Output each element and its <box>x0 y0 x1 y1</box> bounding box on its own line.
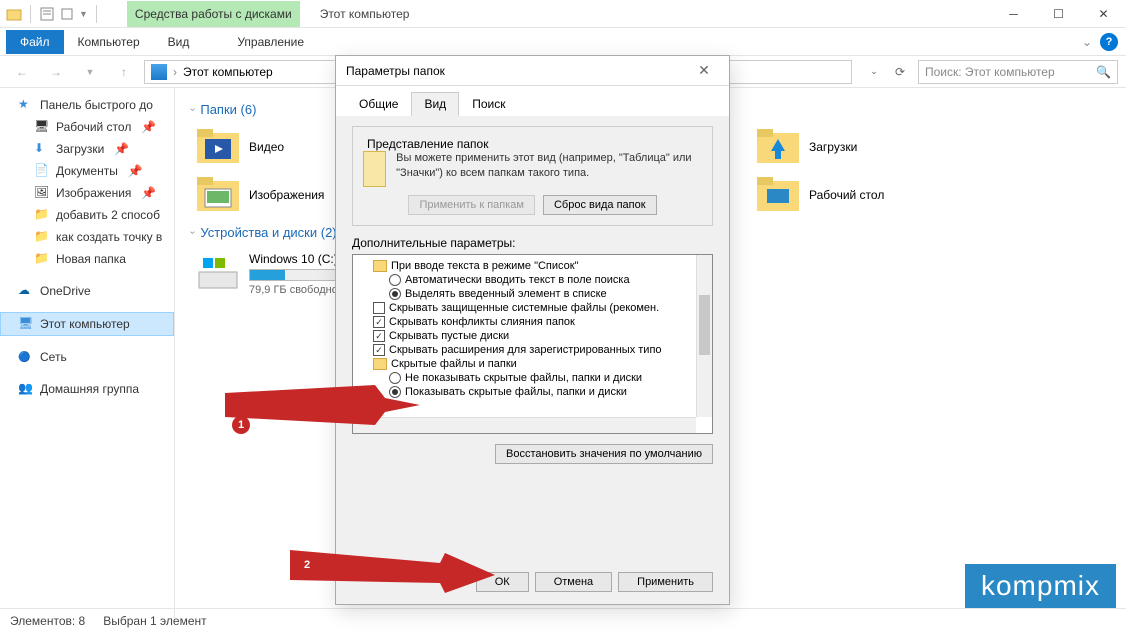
check-hide-empty[interactable] <box>373 330 385 342</box>
sidebar-folder-add2[interactable]: добавить 2 способ <box>0 204 174 226</box>
check-hide-merge[interactable] <box>373 316 385 328</box>
pc-icon <box>18 316 34 332</box>
sidebar-documents[interactable]: Документы📌 <box>0 160 174 182</box>
dialog-close-button[interactable]: ✕ <box>689 62 719 79</box>
vertical-scrollbar[interactable] <box>696 255 712 417</box>
document-icon <box>34 163 50 179</box>
address-dropdown[interactable]: ⌄ <box>862 60 886 84</box>
sidebar-network[interactable]: Сеть <box>0 346 174 368</box>
fieldset-folder-view: Представление папок <box>363 137 492 151</box>
folder-icon <box>6 6 22 22</box>
sidebar-onedrive[interactable]: OneDrive <box>0 280 174 302</box>
annotation-arrow-2 <box>290 545 500 595</box>
up-button[interactable]: ↑ <box>110 60 138 84</box>
picture-folder-icon <box>197 177 239 213</box>
radio-hide-hidden[interactable] <box>389 372 401 384</box>
star-icon <box>18 97 34 113</box>
title-bar: ▼ Средства работы с дисками Этот компьют… <box>0 0 1126 28</box>
folder-icon <box>34 229 50 245</box>
tab-search[interactable]: Поиск <box>459 92 518 116</box>
tab-view[interactable]: Вид <box>411 92 459 116</box>
ribbon-manage-tab[interactable]: Управление <box>213 30 328 54</box>
watermark: kompmix <box>965 564 1116 608</box>
sidebar-quick-access[interactable]: Панель быстрого до <box>0 94 174 116</box>
sidebar-this-pc[interactable]: Этот компьютер <box>0 312 174 336</box>
folder-icon <box>373 358 387 370</box>
folder-icon <box>34 207 50 223</box>
help-icon[interactable]: ? <box>1100 33 1118 51</box>
radio-select-item[interactable] <box>389 288 401 300</box>
ribbon-file-tab[interactable]: Файл <box>6 30 64 54</box>
annotation-badge-2: 2 <box>298 556 316 574</box>
ribbon-view-tab[interactable]: Вид <box>154 30 204 54</box>
back-button[interactable]: ← <box>8 60 36 84</box>
status-bar: Элементов: 8 Выбран 1 элемент <box>0 608 1126 632</box>
search-placeholder: Поиск: Этот компьютер <box>925 65 1055 79</box>
maximize-button[interactable]: ☐ <box>1036 0 1081 28</box>
folder-desktop[interactable]: Рабочий стол <box>751 171 1011 219</box>
advanced-label: Дополнительные параметры: <box>352 236 713 250</box>
recent-dropdown[interactable]: ▼ <box>76 60 104 84</box>
search-input[interactable]: Поиск: Этот компьютер 🔍 <box>918 60 1118 84</box>
ribbon-context-tab[interactable]: Средства работы с дисками <box>127 1 300 27</box>
folder-icon <box>373 260 387 272</box>
folder-view-icon <box>363 151 386 187</box>
video-folder-icon <box>197 129 239 165</box>
annotation-arrow-1 <box>225 385 425 425</box>
folder-view-text: Вы можете применить этот вид (например, … <box>396 151 702 182</box>
check-hide-system[interactable] <box>373 302 385 314</box>
folder-icon <box>34 251 50 267</box>
properties-icon[interactable] <box>39 6 55 22</box>
download-icon <box>34 141 50 157</box>
status-elements: Элементов: 8 <box>10 614 85 628</box>
address-path: Этот компьютер <box>183 65 273 79</box>
radio-auto-search[interactable] <box>389 274 401 286</box>
apply-to-folders-button: Применить к папкам <box>408 195 535 215</box>
navigation-sidebar: Панель быстрого до 🖥Рабочий стол📌 Загруз… <box>0 88 175 618</box>
tab-general[interactable]: Общие <box>346 92 411 116</box>
apply-button[interactable]: Применить <box>618 572 713 592</box>
ribbon-computer-tab[interactable]: Компьютер <box>64 30 154 54</box>
desktop-folder-icon <box>757 177 799 213</box>
ribbon: Файл Компьютер Вид Управление ⌄ ? <box>0 28 1126 56</box>
new-icon[interactable] <box>59 6 75 22</box>
sidebar-pictures[interactable]: Изображения📌 <box>0 182 174 204</box>
close-button[interactable]: ✕ <box>1081 0 1126 28</box>
folder-options-dialog: Параметры папок ✕ Общие Вид Поиск Предст… <box>335 55 730 605</box>
sidebar-downloads[interactable]: Загрузки📌 <box>0 138 174 160</box>
network-icon <box>18 349 34 365</box>
reset-folders-button[interactable]: Сброс вида папок <box>543 195 657 215</box>
sidebar-folder-new[interactable]: Новая папка <box>0 248 174 270</box>
picture-icon <box>34 185 50 201</box>
ribbon-expand-icon[interactable]: ⌄ <box>1082 35 1092 49</box>
desktop-icon: 🖥 <box>34 119 50 135</box>
minimize-button[interactable]: ─ <box>991 0 1036 28</box>
cloud-icon <box>18 283 34 299</box>
status-selected: Выбран 1 элемент <box>103 614 206 628</box>
search-icon: 🔍 <box>1096 65 1111 79</box>
this-pc-icon <box>151 64 167 80</box>
download-folder-icon <box>757 129 799 165</box>
restore-defaults-button[interactable]: Восстановить значения по умолчанию <box>495 444 713 464</box>
folder-downloads[interactable]: Загрузки <box>751 123 1011 171</box>
check-hide-ext[interactable] <box>373 344 385 356</box>
drive-icon <box>197 252 239 294</box>
annotation-badge-1: 1 <box>232 416 250 434</box>
forward-button[interactable]: → <box>42 60 70 84</box>
group-icon <box>18 381 34 397</box>
refresh-button[interactable]: ⟳ <box>888 60 912 84</box>
dialog-title-bar[interactable]: Параметры папок ✕ <box>336 56 729 86</box>
sidebar-homegroup[interactable]: Домашняя группа <box>0 378 174 400</box>
sidebar-desktop[interactable]: 🖥Рабочий стол📌 <box>0 116 174 138</box>
window-title: Этот компьютер <box>320 7 410 21</box>
cancel-button[interactable]: Отмена <box>535 572 612 592</box>
sidebar-folder-create[interactable]: как создать точку в <box>0 226 174 248</box>
